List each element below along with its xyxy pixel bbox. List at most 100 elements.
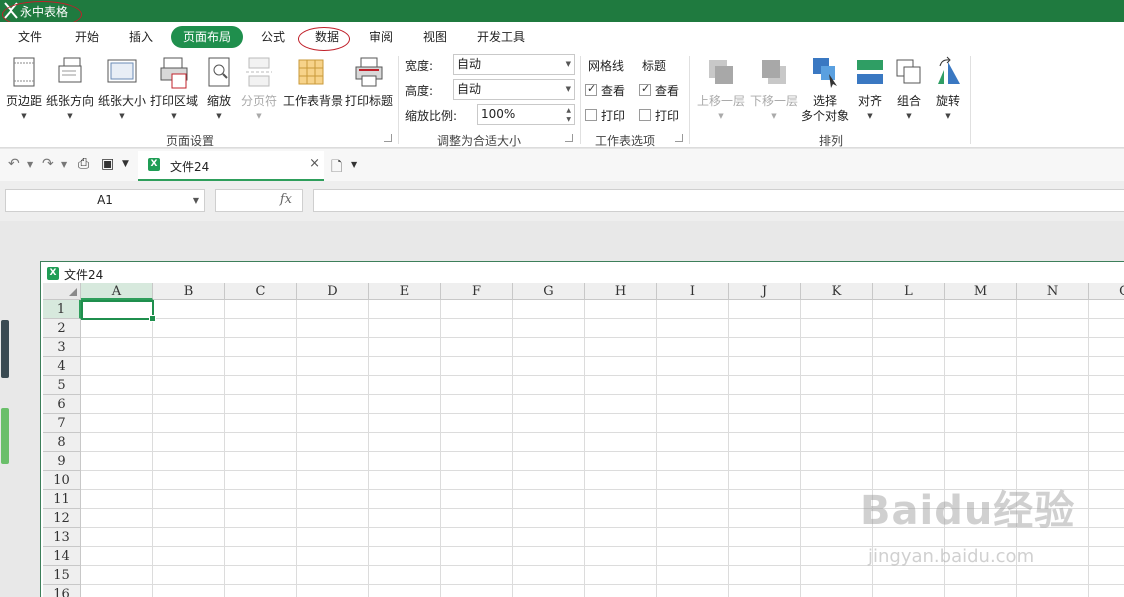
name-box[interactable]: A1 ▼	[5, 189, 205, 212]
selection-pane-button[interactable]: 选择 多个对象	[801, 54, 849, 128]
row-header-15[interactable]: 15	[43, 566, 81, 585]
gridlines-print-checkbox[interactable]	[585, 109, 597, 121]
menu-page-layout[interactable]: 页面布局	[171, 26, 244, 48]
menu-file[interactable]: 文件	[6, 26, 54, 48]
row-header-12[interactable]: 12	[43, 509, 81, 528]
row-header-16[interactable]: 16	[43, 585, 81, 597]
page-setup-launcher[interactable]	[384, 134, 392, 142]
title-bar: 永中表格	[0, 0, 1124, 22]
menu-bar: 文件 开始 插入 页面布局 公式 数据 审阅 视图 开发工具	[0, 22, 1124, 52]
new-document-icon[interactable]: 🗋	[331, 156, 342, 180]
select-all-button[interactable]	[43, 283, 81, 300]
menu-home[interactable]: 开始	[63, 26, 111, 48]
sheet-background-button[interactable]: 工作表背景	[283, 54, 343, 128]
redo-dropdown-icon[interactable]: ▼	[61, 160, 67, 169]
row-header-14[interactable]: 14	[43, 547, 81, 566]
close-tab-icon[interactable]: ×	[309, 156, 320, 171]
gridlines-print-label: 打印	[601, 109, 626, 123]
print-titles-button[interactable]: 打印标题	[345, 54, 393, 128]
column-header-i[interactable]: I	[657, 283, 729, 300]
column-header-h[interactable]: H	[585, 283, 657, 300]
new-dropdown-icon[interactable]: ▼	[351, 160, 357, 169]
column-header-g[interactable]: G	[513, 283, 585, 300]
scale-label: 缩放比例:	[405, 109, 458, 123]
column-header-b[interactable]: B	[153, 283, 225, 300]
column-header-d[interactable]: D	[297, 283, 369, 300]
annotation-circle-data	[298, 27, 350, 51]
row-header-8[interactable]: 8	[43, 433, 81, 452]
chevron-down-icon: ▼	[192, 196, 199, 205]
tab-document[interactable]: X 文件24 ×	[138, 151, 324, 181]
print-preview-icon[interactable]: ⎙	[78, 156, 89, 172]
print-area-button[interactable]: 打印区域 ▼	[150, 54, 198, 128]
menu-review[interactable]: 审阅	[357, 26, 405, 48]
column-header-k[interactable]: K	[801, 283, 873, 300]
rotate-button[interactable]: 旋转 ▼	[924, 54, 972, 128]
tab-title: 文件24	[170, 160, 210, 174]
row-header-7[interactable]: 7	[43, 414, 81, 433]
fit-launcher[interactable]	[565, 134, 573, 142]
bring-forward-button[interactable]: 上移一层 ▼	[697, 54, 745, 128]
menu-developer[interactable]: 开发工具	[465, 26, 537, 48]
height-select[interactable]: 自动 ▼	[453, 79, 575, 100]
redo-icon[interactable]: ↷	[42, 156, 54, 172]
customize-dropdown-icon[interactable]: ▼	[122, 159, 129, 169]
select-objects-icon	[813, 58, 837, 88]
headings-title: 标题	[642, 59, 667, 73]
row-header-6[interactable]: 6	[43, 395, 81, 414]
height-field: 高度: 自动 ▼	[405, 79, 575, 101]
sheet-options-launcher[interactable]	[675, 134, 683, 142]
orientation-button[interactable]: 纸张方向 ▼	[46, 54, 94, 128]
column-header-e[interactable]: E	[369, 283, 441, 300]
page-break-button[interactable]: 分页符 ▼	[235, 54, 283, 128]
undo-dropdown-icon[interactable]: ▼	[27, 160, 33, 169]
function-icon: fx	[279, 192, 292, 207]
quick-access-bar: ↶ ▼ ↷ ▼ ⎙ ▣ ▼ X 文件24 × 🗋 ▼	[0, 149, 1124, 181]
send-backward-button[interactable]: 下移一层 ▼	[750, 54, 798, 128]
page-size-button[interactable]: 纸张大小 ▼	[98, 54, 146, 128]
undo-icon[interactable]: ↶	[8, 156, 20, 172]
send-backward-icon	[762, 60, 786, 84]
formula-input[interactable]	[313, 189, 1124, 212]
column-header-a[interactable]: A	[81, 283, 153, 300]
page-size-icon	[107, 59, 137, 83]
column-header-j[interactable]: J	[729, 283, 801, 300]
row-header-5[interactable]: 5	[43, 376, 81, 395]
column-header-o[interactable]: O	[1089, 283, 1124, 300]
scale-stepper[interactable]: 100% ▲ ▼	[477, 104, 575, 125]
bring-forward-icon	[709, 60, 733, 84]
margins-button[interactable]: 页边距 ▼	[0, 54, 48, 128]
row-header-13[interactable]: 13	[43, 528, 81, 547]
left-scroll-handle[interactable]	[1, 408, 9, 464]
column-header-n[interactable]: N	[1017, 283, 1089, 300]
row-header-9[interactable]: 9	[43, 452, 81, 471]
headings-view-checkbox[interactable]	[639, 82, 651, 96]
save-icon[interactable]: ▣	[101, 156, 114, 172]
gridlines-title: 网格线	[588, 59, 625, 73]
active-cell-a1[interactable]	[81, 300, 156, 322]
page-break-icon	[246, 57, 272, 87]
width-field: 宽度: 自动 ▼	[405, 54, 575, 76]
row-header-11[interactable]: 11	[43, 490, 81, 509]
insert-function-button[interactable]: fx	[215, 189, 303, 212]
row-header-4[interactable]: 4	[43, 357, 81, 376]
headings-print-checkbox[interactable]	[639, 109, 651, 121]
width-select[interactable]: 自动 ▼	[453, 54, 575, 75]
fit-group-label: 调整为合适大小	[437, 134, 522, 148]
column-header-l[interactable]: L	[873, 283, 945, 300]
row-header-2[interactable]: 2	[43, 319, 81, 338]
column-header-f[interactable]: F	[441, 283, 513, 300]
baidu-watermark: Baidu经验 jingyan.baidu.com	[860, 488, 1076, 567]
column-header-c[interactable]: C	[225, 283, 297, 300]
height-label: 高度:	[405, 84, 434, 98]
menu-insert[interactable]: 插入	[117, 26, 165, 48]
menu-formulas[interactable]: 公式	[249, 26, 297, 48]
row-header-3[interactable]: 3	[43, 338, 81, 357]
row-header-1[interactable]: 1	[43, 300, 81, 319]
gridlines-view-checkbox[interactable]	[585, 82, 597, 96]
spreadsheet-file-icon: X	[148, 158, 160, 171]
menu-view[interactable]: 视图	[411, 26, 459, 48]
column-header-m[interactable]: M	[945, 283, 1017, 300]
row-header-10[interactable]: 10	[43, 471, 81, 490]
left-splitter-handle[interactable]	[1, 320, 9, 378]
